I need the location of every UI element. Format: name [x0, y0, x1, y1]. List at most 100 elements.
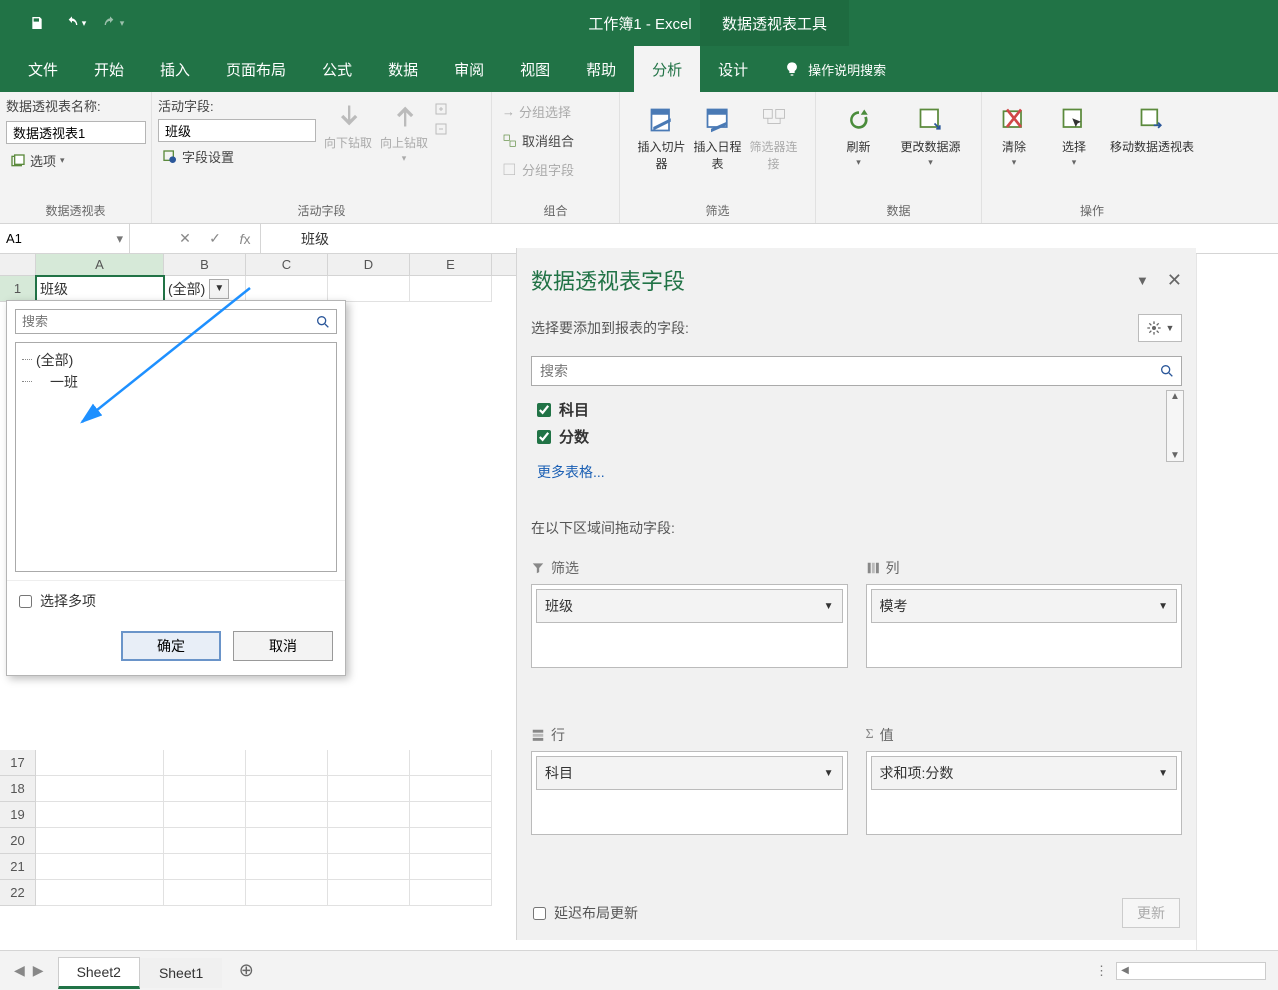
cell-d1[interactable] [328, 276, 410, 302]
cell-e1[interactable] [410, 276, 492, 302]
ungroup-button[interactable]: 取消组合 [498, 129, 578, 152]
timeline-icon [704, 106, 732, 134]
name-box-dropdown[interactable]: ▾ [116, 231, 123, 247]
tab-view[interactable]: 视图 [502, 46, 568, 92]
clear-icon [1000, 106, 1028, 134]
move-pivot-button[interactable]: 移动数据透视表 [1108, 100, 1196, 159]
sheet-nav-next[interactable]: ▶ [33, 962, 44, 979]
col-header-b[interactable]: B [164, 254, 246, 275]
cell-a1[interactable]: 班级 [36, 276, 164, 302]
filter-icon [531, 561, 545, 575]
select-icon [1060, 106, 1088, 134]
select-multiple-checkbox[interactable] [19, 595, 32, 608]
pane-close-icon[interactable]: ✕ [1167, 270, 1182, 291]
col-header-d[interactable]: D [328, 254, 410, 275]
field-pane-settings-button[interactable]: ▼ [1138, 314, 1182, 342]
field-search-input[interactable] [532, 357, 1153, 385]
row-header[interactable]: 21 [0, 854, 36, 880]
area-filter-box[interactable]: 班级▼ [531, 584, 848, 668]
area-item-sum-score[interactable]: 求和项:分数▼ [871, 756, 1178, 790]
select-button[interactable]: 选择 ▾ [1048, 100, 1100, 172]
pane-dropdown-icon[interactable]: ▼ [1136, 273, 1149, 288]
row-header[interactable]: 19 [0, 802, 36, 828]
filter-ok-button[interactable]: 确定 [121, 631, 221, 661]
sheet-tab-sheet1[interactable]: Sheet1 [140, 958, 222, 988]
tab-help[interactable]: 帮助 [568, 46, 634, 92]
name-box-input[interactable] [6, 231, 110, 246]
cell-c1[interactable] [246, 276, 328, 302]
divider-handle-icon[interactable]: ⋮ [1095, 963, 1108, 979]
name-box[interactable]: ▾ [0, 224, 130, 253]
tab-data[interactable]: 数据 [370, 46, 436, 92]
cancel-formula-button[interactable]: ✕ [170, 230, 200, 247]
change-source-button[interactable]: 更改数据源 ▾ [897, 100, 965, 172]
filter-cancel-button[interactable]: 取消 [233, 631, 333, 661]
field-row-subject[interactable]: 科目 [531, 396, 1182, 423]
area-values-box[interactable]: 求和项:分数▼ [866, 751, 1183, 835]
arrow-down-icon [334, 102, 362, 130]
confirm-formula-button[interactable]: ✓ [200, 230, 230, 247]
sheet-nav-prev[interactable]: ◀ [14, 962, 25, 979]
select-all-corner[interactable] [0, 254, 36, 275]
pivot-options-button[interactable]: 选项 ▾ [6, 148, 69, 173]
field-checkbox[interactable] [537, 403, 551, 417]
defer-update-checkbox[interactable]: 延迟布局更新 [533, 903, 638, 923]
area-columns-box[interactable]: 模考▼ [866, 584, 1183, 668]
horizontal-scrollbar[interactable]: ◀ [1116, 962, 1266, 980]
slicer-icon [648, 106, 676, 134]
active-field-input[interactable] [158, 119, 316, 142]
save-button[interactable] [18, 0, 56, 46]
insert-timeline-button[interactable]: 插入日程表 [692, 100, 744, 176]
tab-insert[interactable]: 插入 [142, 46, 208, 92]
group-data: 数据 [822, 198, 975, 223]
filter-item-class1[interactable]: 一班 [22, 371, 330, 393]
scroll-left-icon[interactable]: ◀ [1117, 965, 1133, 976]
col-header-e[interactable]: E [410, 254, 492, 275]
pivot-name-input[interactable] [6, 121, 146, 144]
tab-review[interactable]: 审阅 [436, 46, 502, 92]
col-header-c[interactable]: C [246, 254, 328, 275]
filter-tree[interactable]: (全部) 一班 [15, 342, 337, 572]
row-header[interactable]: 18 [0, 776, 36, 802]
tab-analyze[interactable]: 分析 [634, 46, 700, 92]
undo-icon [64, 15, 80, 31]
add-sheet-button[interactable]: ⊕ [232, 957, 260, 985]
tab-file[interactable]: 文件 [10, 46, 76, 92]
group-filter: 筛选 [626, 198, 809, 223]
more-tables-link[interactable]: 更多表格... [531, 450, 1182, 488]
fx-button[interactable]: fx [230, 231, 260, 247]
area-item-subject[interactable]: 科目▼ [536, 756, 843, 790]
filter-search-input[interactable] [16, 310, 310, 333]
col-header-a[interactable]: A [36, 254, 164, 275]
field-row-score[interactable]: 分数 [531, 423, 1182, 450]
filter-dropdown-button[interactable]: ▼ [209, 279, 229, 299]
search-icon [1153, 357, 1181, 385]
clear-button[interactable]: 清除 ▾ [988, 100, 1040, 172]
tab-layout[interactable]: 页面布局 [208, 46, 304, 92]
redo-button[interactable]: ▾ [94, 0, 132, 46]
field-settings-button[interactable]: 字段设置 [158, 144, 318, 169]
tab-home[interactable]: 开始 [76, 46, 142, 92]
tell-me-search[interactable]: 操作说明搜索 [766, 46, 904, 92]
filter-search[interactable] [15, 309, 337, 334]
cell-b1[interactable]: (全部) ▼ [164, 276, 246, 302]
area-rows-box[interactable]: 科目▼ [531, 751, 848, 835]
row-header[interactable]: 22 [0, 880, 36, 906]
tab-formula[interactable]: 公式 [304, 46, 370, 92]
area-item-class[interactable]: 班级▼ [536, 589, 843, 623]
field-search[interactable] [531, 356, 1182, 386]
undo-button[interactable]: ▾ [56, 0, 94, 46]
sheet-tab-sheet2[interactable]: Sheet2 [58, 957, 140, 989]
title-bar: ▾ ▾ 工作簿1 - Excel 数据透视表工具 [0, 0, 1278, 46]
row-header[interactable]: 17 [0, 750, 36, 776]
filter-conn-icon [760, 106, 788, 134]
refresh-button[interactable]: 刷新 ▾ [833, 100, 885, 172]
row-header-1[interactable]: 1 [0, 276, 36, 302]
field-list-scrollbar[interactable]: ▲▼ [1166, 390, 1184, 462]
field-checkbox[interactable] [537, 430, 551, 444]
row-header[interactable]: 20 [0, 828, 36, 854]
insert-slicer-button[interactable]: 插入切片器 [636, 100, 688, 176]
filter-item-all[interactable]: (全部) [22, 349, 330, 371]
tab-design[interactable]: 设计 [700, 46, 766, 92]
area-item-exam[interactable]: 模考▼ [871, 589, 1178, 623]
